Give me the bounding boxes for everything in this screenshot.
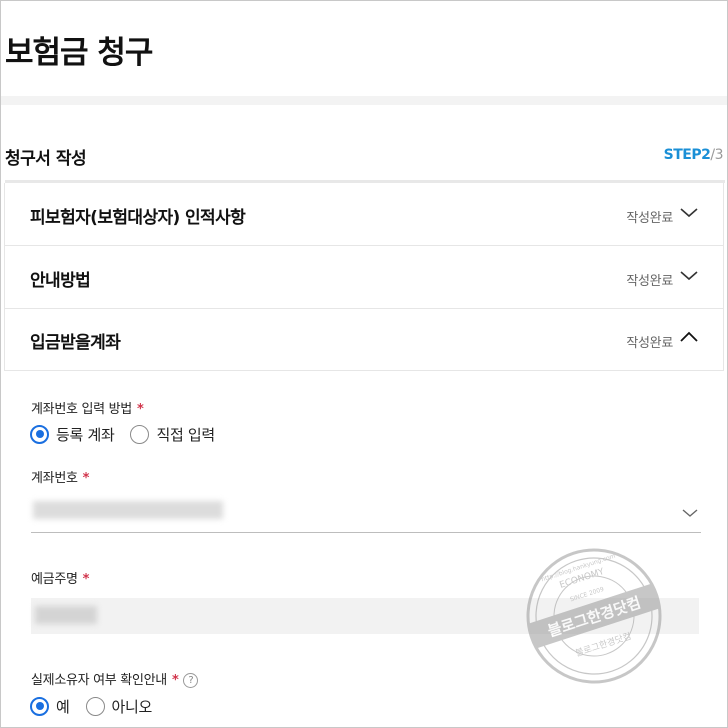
chevron-down-icon[interactable] (679, 205, 699, 219)
question-circle-icon[interactable]: ? (183, 673, 199, 688)
input-method-radio-group: 등록 계좌 직접 입력 (30, 423, 231, 445)
account-number-label: 계좌번호 * (31, 467, 89, 486)
owner-check-label: 실제소유자 여부 확인안내 *? (31, 669, 199, 688)
window-frame: 보험금 청구 청구서 작성 STEP2/3 피보험자(보험대상자) 인적사항 작… (0, 0, 728, 728)
chevron-up-icon[interactable] (679, 330, 699, 344)
radio-direct-input[interactable] (130, 424, 150, 444)
chevron-down-icon[interactable] (679, 268, 699, 282)
accordion-status: 작성완료 (626, 274, 673, 289)
radio-label[interactable]: 등록 계좌 (56, 424, 115, 445)
step-indicator: STEP2/3 (663, 147, 724, 163)
accordion-personal-info[interactable]: 피보험자(보험대상자) 인적사항 작성완료 (5, 183, 723, 246)
radio-label[interactable]: 직접 입력 (156, 424, 215, 445)
required-mark: * (82, 572, 90, 587)
accordion-title: 입금받을계좌 (30, 333, 121, 353)
redacted-value (35, 606, 97, 624)
owner-check-label-text: 실제소유자 여부 확인안내 (31, 673, 167, 688)
accordion-title: 안내방법 (30, 271, 91, 291)
seal-stamp: 블로그한경닷컴 ECONOMY http://blog.hankyung.com… (526, 548, 662, 684)
step-current: 2 (701, 147, 711, 163)
holder-name-label-text: 예금주명 (31, 572, 78, 587)
step-label: STEP (663, 147, 702, 163)
accordion-notification-method[interactable]: 안내방법 작성완료 (5, 246, 723, 309)
radio-no[interactable] (85, 696, 105, 716)
radio-label[interactable]: 아니오 (112, 696, 153, 717)
radio-registered-account[interactable] (30, 424, 49, 444)
input-method-label: 계좌번호 입력 방법 * (31, 398, 144, 417)
required-mark: * (171, 673, 179, 688)
holder-name-label: 예금주명 * (31, 568, 89, 587)
section-title: 청구서 작성 (5, 149, 87, 169)
accordion-border-right (723, 183, 724, 371)
input-method-label-text: 계좌번호 입력 방법 (31, 402, 132, 417)
radio-yes[interactable] (30, 696, 49, 716)
owner-check-radio-group: 예 아니오 (30, 695, 168, 717)
required-mark: * (82, 471, 90, 486)
accordion-deposit-account[interactable]: 입금받을계좌 작성완료 (5, 308, 723, 371)
required-mark: * (136, 402, 144, 417)
chevron-down-icon[interactable] (681, 507, 699, 519)
redacted-value (33, 501, 223, 519)
account-number-label-text: 계좌번호 (31, 471, 78, 486)
accordion-title: 피보험자(보험대상자) 인적사항 (30, 208, 246, 228)
radio-label[interactable]: 예 (56, 696, 70, 717)
accordion-status: 작성완료 (626, 336, 673, 351)
header-divider (1, 96, 727, 105)
page-title: 보험금 청구 (5, 35, 153, 71)
accordion-status: 작성완료 (626, 211, 673, 226)
step-total: 3 (714, 147, 724, 163)
account-number-select[interactable] (31, 493, 701, 533)
